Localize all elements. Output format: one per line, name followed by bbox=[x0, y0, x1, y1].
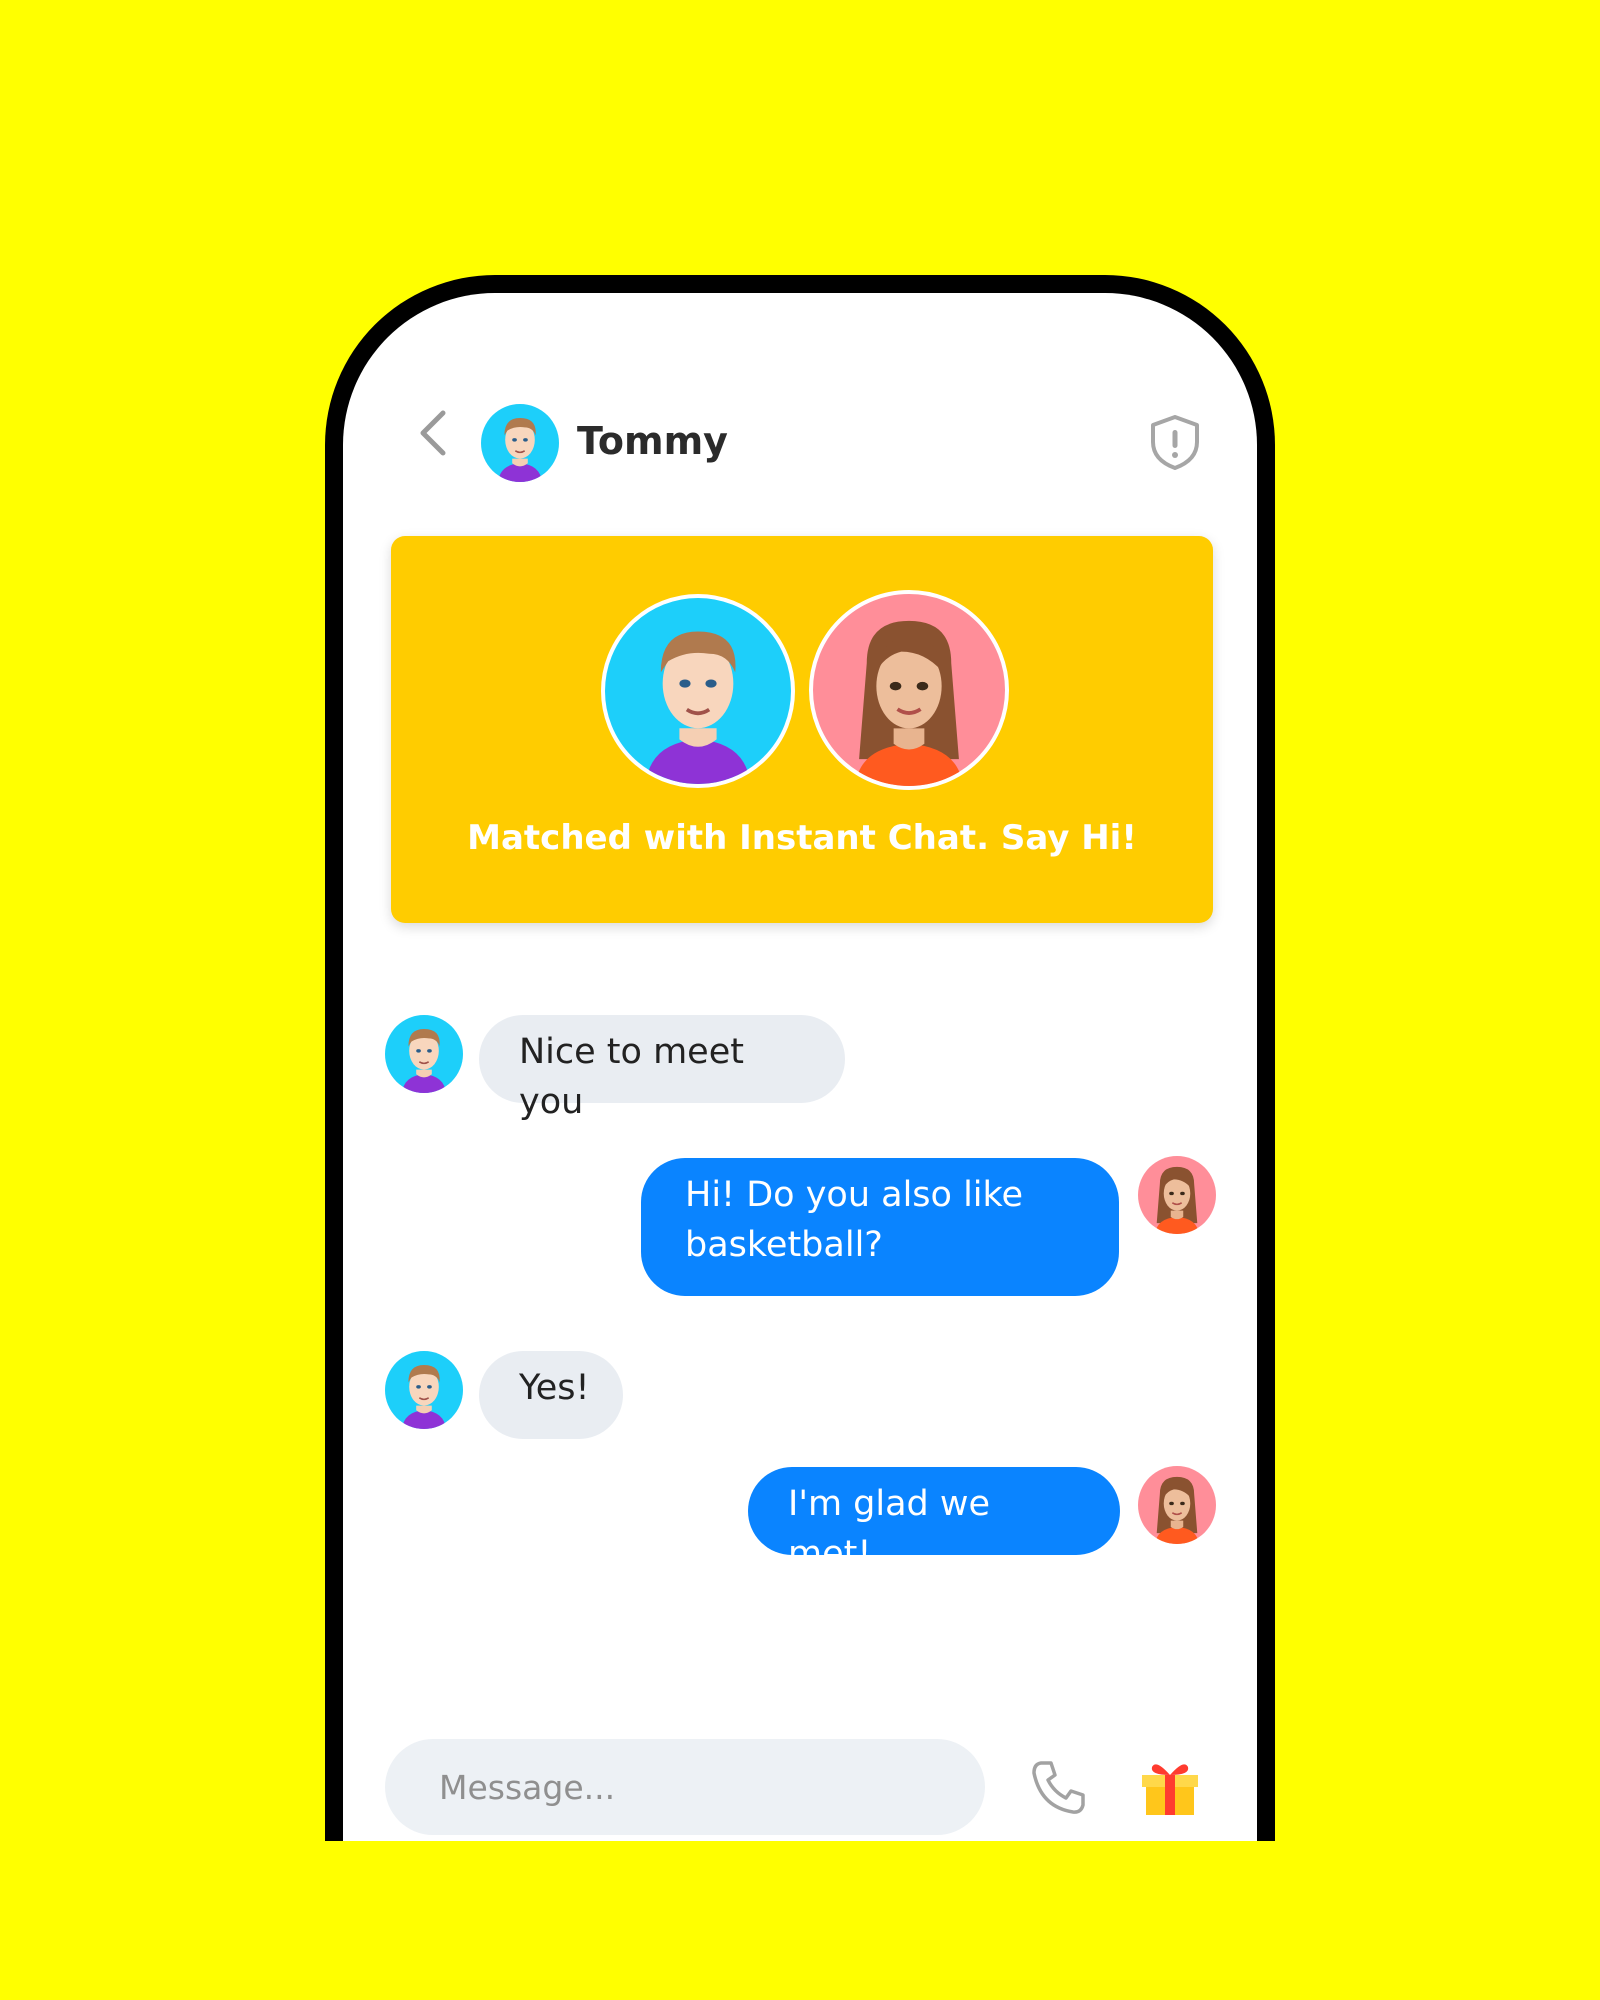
message-text: Hi! Do you also like basketball? bbox=[685, 1175, 1024, 1265]
message-input[interactable] bbox=[385, 1739, 985, 1835]
message-text: I'm glad we met! bbox=[788, 1484, 991, 1574]
report-button[interactable] bbox=[1147, 412, 1203, 472]
message-bubble-incoming[interactable]: Yes! bbox=[479, 1351, 623, 1439]
gift-icon bbox=[1142, 1764, 1198, 1815]
match-avatar-tommy bbox=[601, 594, 795, 788]
sender-avatar[interactable] bbox=[385, 1351, 463, 1429]
message-text: Nice to meet you bbox=[519, 1032, 744, 1122]
boy-avatar-icon bbox=[605, 598, 791, 784]
chevron-left-icon bbox=[420, 410, 446, 456]
girl-avatar-icon bbox=[1138, 1156, 1216, 1234]
back-button[interactable] bbox=[411, 403, 455, 463]
message-bubble-incoming[interactable]: Nice to meet you bbox=[479, 1015, 845, 1122]
boy-avatar-icon bbox=[385, 1015, 463, 1093]
shield-alert-icon bbox=[1151, 415, 1199, 470]
match-avatar-me bbox=[809, 590, 1009, 790]
gift-button[interactable] bbox=[1138, 1755, 1202, 1819]
girl-avatar-icon bbox=[813, 594, 1005, 786]
my-avatar[interactable] bbox=[1138, 1466, 1216, 1544]
girl-avatar-icon bbox=[1138, 1466, 1216, 1544]
message-bubble-outgoing[interactable]: Hi! Do you also like basketball? bbox=[641, 1158, 1119, 1296]
chat-screen: Tommy Matched with Instant Chat. Say Hi!… bbox=[343, 293, 1257, 1841]
message-bubble-outgoing[interactable]: I'm glad we met! bbox=[748, 1467, 1120, 1574]
sender-avatar[interactable] bbox=[385, 1015, 463, 1093]
contact-avatar[interactable] bbox=[481, 404, 559, 482]
match-banner: Matched with Instant Chat. Say Hi! bbox=[391, 536, 1213, 923]
phone-frame: Tommy Matched with Instant Chat. Say Hi!… bbox=[325, 275, 1275, 1841]
my-avatar[interactable] bbox=[1138, 1156, 1216, 1234]
match-message: Matched with Instant Chat. Say Hi! bbox=[467, 818, 1137, 858]
phone-icon bbox=[1032, 1761, 1085, 1814]
call-button[interactable] bbox=[1027, 1755, 1091, 1819]
contact-name[interactable]: Tommy bbox=[577, 411, 728, 471]
boy-avatar-icon bbox=[481, 404, 559, 482]
boy-avatar-icon bbox=[385, 1351, 463, 1429]
message-text: Yes! bbox=[519, 1368, 590, 1408]
